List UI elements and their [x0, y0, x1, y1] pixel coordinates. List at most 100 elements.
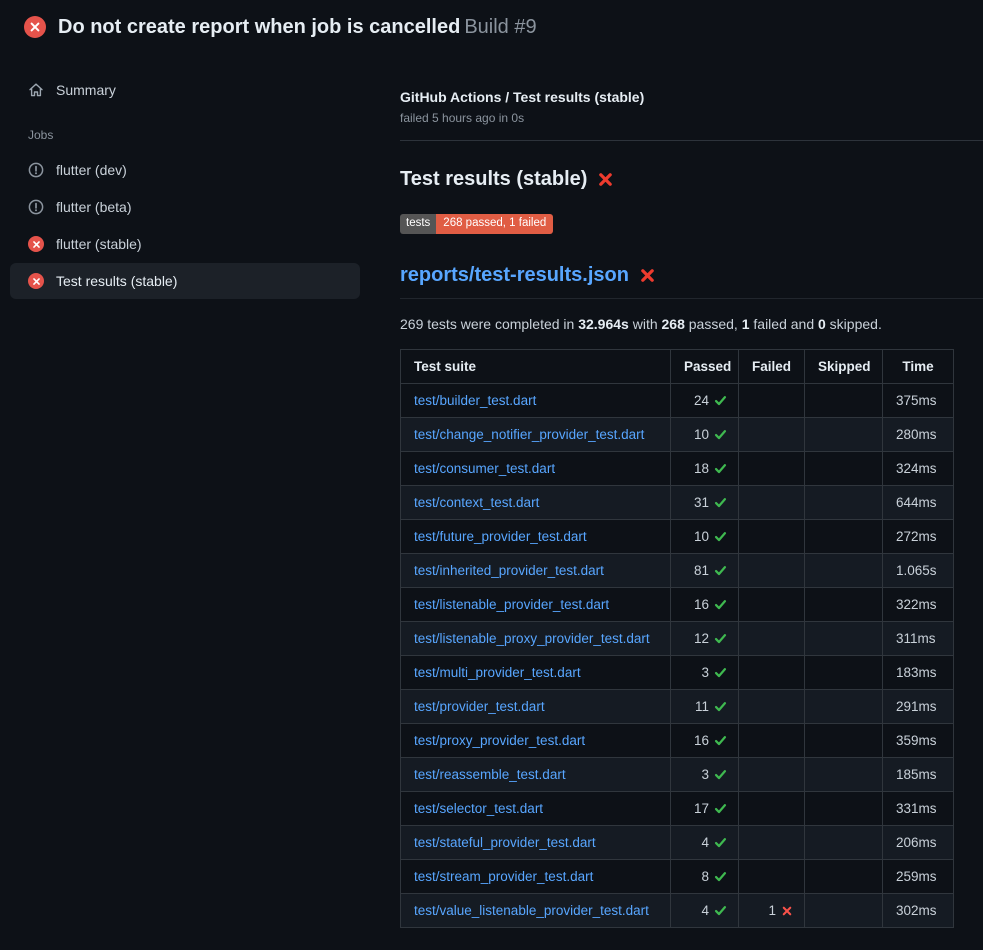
column-header: Skipped	[805, 349, 883, 383]
check-icon	[714, 768, 727, 781]
table-row: test/consumer_test.dart 18 324ms	[401, 451, 954, 485]
sidebar-item-job[interactable]: Test results (stable)	[10, 263, 360, 299]
failed-x-icon	[597, 171, 614, 188]
sidebar: Summary Jobs flutter (dev) flutter (beta…	[0, 49, 370, 300]
suite-link[interactable]: test/proxy_provider_test.dart	[414, 733, 585, 748]
suite-link[interactable]: test/change_notifier_provider_test.dart	[414, 427, 644, 442]
suite-cell: test/builder_test.dart	[401, 383, 671, 417]
summary-text: skipped.	[826, 316, 882, 332]
sidebar-item-job[interactable]: flutter (stable)	[10, 226, 360, 262]
jobs-list: flutter (dev) flutter (beta) flutter (st…	[0, 152, 370, 299]
report-link[interactable]: reports/test-results.json	[400, 264, 629, 287]
time-cell: 324ms	[883, 451, 954, 485]
time-cell: 272ms	[883, 519, 954, 553]
skipped-cell	[805, 757, 883, 791]
skipped-cell	[805, 893, 883, 927]
table-row: test/stateful_provider_test.dart 4 206ms	[401, 825, 954, 859]
suite-link[interactable]: test/stream_provider_test.dart	[414, 869, 593, 884]
build-number: Build #9	[464, 16, 536, 38]
suite-cell: test/change_notifier_provider_test.dart	[401, 417, 671, 451]
suite-link[interactable]: test/reassemble_test.dart	[414, 767, 566, 782]
summary-duration: 32.964s	[578, 316, 629, 332]
summary-passed-count: 268	[662, 316, 685, 332]
divider	[400, 140, 983, 141]
suite-link[interactable]: test/consumer_test.dart	[414, 461, 555, 476]
suite-link[interactable]: test/value_listenable_provider_test.dart	[414, 903, 649, 918]
suite-cell: test/future_provider_test.dart	[401, 519, 671, 553]
suite-link[interactable]: test/stateful_provider_test.dart	[414, 835, 596, 850]
badge-label: tests	[400, 214, 436, 234]
table-row: test/reassemble_test.dart 3 185ms	[401, 757, 954, 791]
job-label: flutter (beta)	[56, 199, 131, 215]
sidebar-item-job[interactable]: flutter (dev)	[10, 152, 360, 188]
time-cell: 185ms	[883, 757, 954, 791]
suite-cell: test/listenable_proxy_provider_test.dart	[401, 621, 671, 655]
x-icon	[29, 21, 41, 33]
failed-status-icon	[28, 273, 44, 289]
suite-link[interactable]: test/future_provider_test.dart	[414, 529, 587, 544]
sidebar-item-label: Summary	[56, 82, 116, 98]
table-row: test/future_provider_test.dart 10 272ms	[401, 519, 954, 553]
passed-cell: 4	[671, 825, 739, 859]
suite-link[interactable]: test/builder_test.dart	[414, 393, 536, 408]
passed-cell: 16	[671, 723, 739, 757]
time-cell: 644ms	[883, 485, 954, 519]
table-row: test/context_test.dart 31 644ms	[401, 485, 954, 519]
failed-cell	[739, 451, 805, 485]
passed-cell: 3	[671, 655, 739, 689]
suite-link[interactable]: test/listenable_provider_test.dart	[414, 597, 609, 612]
skipped-cell	[805, 519, 883, 553]
table-row: test/provider_test.dart 11 291ms	[401, 689, 954, 723]
suite-link[interactable]: test/provider_test.dart	[414, 699, 545, 714]
run-header: Do not create report when job is cancell…	[0, 0, 983, 49]
check-icon	[714, 598, 727, 611]
failed-cell	[739, 723, 805, 757]
failed-cell	[739, 383, 805, 417]
check-icon	[714, 462, 727, 475]
check-icon	[714, 564, 727, 577]
check-icon	[714, 666, 727, 679]
summary-text: passed,	[685, 316, 742, 332]
suite-cell: test/selector_test.dart	[401, 791, 671, 825]
suite-cell: test/value_listenable_provider_test.dart	[401, 893, 671, 927]
sidebar-item-summary[interactable]: Summary	[10, 72, 360, 108]
skipped-cell	[805, 485, 883, 519]
passed-cell: 17	[671, 791, 739, 825]
check-icon	[714, 428, 727, 441]
summary-text: failed and	[750, 316, 819, 332]
passed-cell: 31	[671, 485, 739, 519]
sidebar-item-job[interactable]: flutter (beta)	[10, 189, 360, 225]
x-icon	[32, 240, 41, 249]
suite-link[interactable]: test/selector_test.dart	[414, 801, 543, 816]
failed-cell	[739, 791, 805, 825]
page-title: Do not create report when job is cancell…	[58, 15, 537, 39]
column-header: Failed	[739, 349, 805, 383]
time-cell: 291ms	[883, 689, 954, 723]
suite-link[interactable]: test/multi_provider_test.dart	[414, 665, 581, 680]
check-icon	[714, 394, 727, 407]
time-cell: 375ms	[883, 383, 954, 417]
suite-link[interactable]: test/listenable_proxy_provider_test.dart	[414, 631, 650, 646]
check-icon	[714, 904, 727, 917]
suite-link[interactable]: test/inherited_provider_test.dart	[414, 563, 604, 578]
home-icon	[28, 82, 44, 98]
skipped-cell	[805, 417, 883, 451]
time-cell: 280ms	[883, 417, 954, 451]
suite-cell: test/provider_test.dart	[401, 689, 671, 723]
table-row: test/selector_test.dart 17 331ms	[401, 791, 954, 825]
table-row: test/proxy_provider_test.dart 16 359ms	[401, 723, 954, 757]
summary-line: 269 tests were completed in 32.964s with…	[400, 316, 983, 332]
page-layout: Summary Jobs flutter (dev) flutter (beta…	[0, 49, 983, 928]
suite-link[interactable]: test/context_test.dart	[414, 495, 539, 510]
passed-cell: 12	[671, 621, 739, 655]
passed-cell: 24	[671, 383, 739, 417]
job-label: Test results (stable)	[56, 273, 177, 289]
check-icon	[714, 836, 727, 849]
failed-status-icon	[28, 236, 44, 252]
neutral-status-icon	[28, 199, 44, 215]
column-header: Passed	[671, 349, 739, 383]
check-icon	[714, 530, 727, 543]
table-row: test/multi_provider_test.dart 3 183ms	[401, 655, 954, 689]
passed-cell: 11	[671, 689, 739, 723]
skipped-cell	[805, 689, 883, 723]
